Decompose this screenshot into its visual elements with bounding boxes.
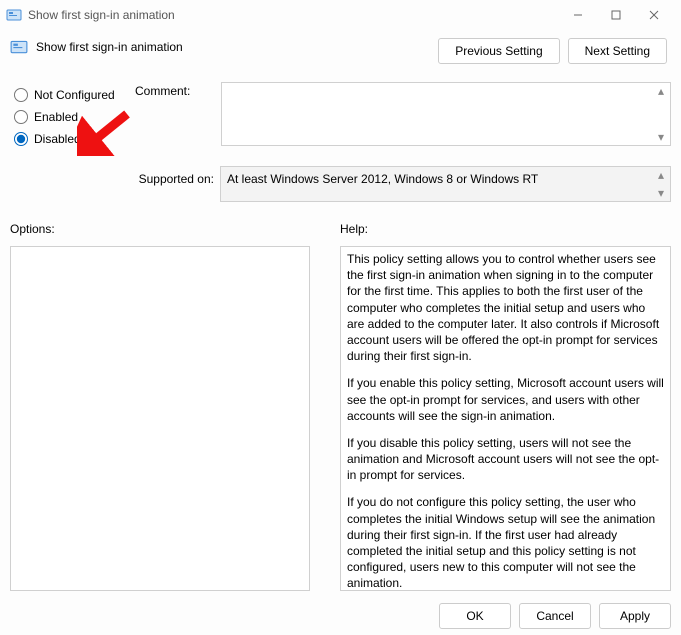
scroll-up-icon[interactable]: ▴ bbox=[654, 168, 668, 182]
radio-not-configured-label[interactable]: Not Configured bbox=[34, 88, 115, 102]
supported-label: Supported on: bbox=[118, 166, 214, 202]
scroll-up-icon[interactable]: ▴ bbox=[654, 84, 668, 98]
window-title: Show first sign-in animation bbox=[28, 8, 559, 22]
supported-value-box: At least Windows Server 2012, Windows 8 … bbox=[220, 166, 671, 202]
radio-disabled[interactable] bbox=[14, 132, 28, 146]
options-label: Options: bbox=[10, 222, 310, 236]
supported-row: Supported on: At least Windows Server 20… bbox=[118, 166, 671, 202]
apply-button[interactable]: Apply bbox=[599, 603, 671, 629]
supported-value: At least Windows Server 2012, Windows 8 … bbox=[227, 172, 538, 186]
radio-enabled[interactable] bbox=[14, 110, 28, 124]
window-controls bbox=[559, 4, 673, 26]
close-button[interactable] bbox=[635, 4, 673, 26]
header: Show first sign-in animation Previous Se… bbox=[0, 28, 681, 68]
radio-enabled-label[interactable]: Enabled bbox=[34, 110, 78, 124]
maximize-button[interactable] bbox=[597, 4, 635, 26]
scroll-down-icon[interactable]: ▾ bbox=[654, 186, 668, 200]
comment-row: Comment: ▴ ▾ bbox=[135, 82, 671, 146]
ok-button[interactable]: OK bbox=[439, 603, 511, 629]
dialog-buttons: OK Cancel Apply bbox=[439, 603, 671, 629]
minimize-button[interactable] bbox=[559, 4, 597, 26]
policy-icon bbox=[10, 38, 28, 56]
options-panel bbox=[10, 246, 310, 591]
help-paragraph: If you disable this policy setting, user… bbox=[347, 435, 664, 484]
comment-textarea[interactable]: ▴ ▾ bbox=[221, 82, 671, 146]
previous-setting-button[interactable]: Previous Setting bbox=[438, 38, 559, 64]
radio-not-configured[interactable] bbox=[14, 88, 28, 102]
help-paragraph: If you enable this policy setting, Micro… bbox=[347, 375, 664, 424]
state-radio-group: Not Configured Enabled Disabled bbox=[0, 80, 130, 146]
cancel-button[interactable]: Cancel bbox=[519, 603, 591, 629]
help-paragraph: This policy setting allows you to contro… bbox=[347, 251, 664, 364]
next-setting-button[interactable]: Next Setting bbox=[568, 38, 667, 64]
radio-disabled-label[interactable]: Disabled bbox=[34, 132, 81, 146]
help-panel: This policy setting allows you to contro… bbox=[340, 246, 671, 591]
help-paragraph: If you do not configure this policy sett… bbox=[347, 494, 664, 591]
scroll-down-icon[interactable]: ▾ bbox=[654, 130, 668, 144]
help-label: Help: bbox=[340, 222, 671, 236]
policy-icon bbox=[6, 7, 22, 23]
comment-label: Comment: bbox=[135, 82, 215, 146]
policy-name: Show first sign-in animation bbox=[36, 40, 183, 54]
titlebar: Show first sign-in animation bbox=[0, 0, 681, 28]
